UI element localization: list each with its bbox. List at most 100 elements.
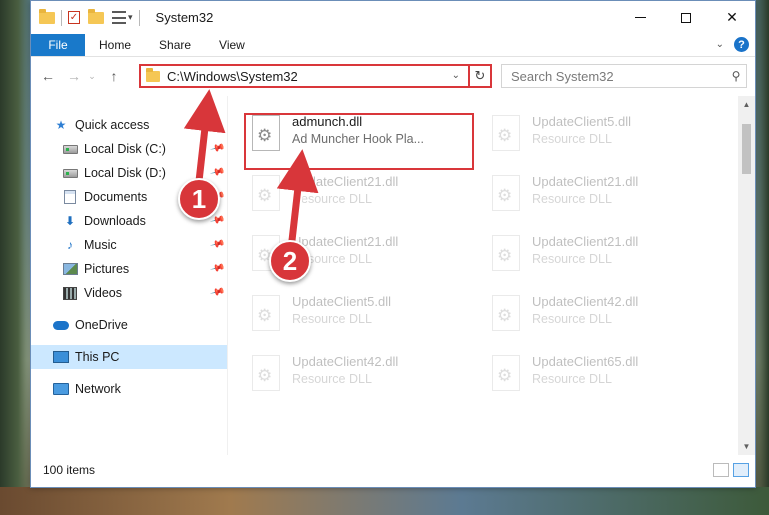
sidebar-item-label: Quick access [75,118,150,132]
file-name: UpdateClient5.dll [532,114,632,129]
disk-icon [62,165,78,181]
file-item[interactable]: ⚙ UpdateClient65.dll Resource DLL [488,353,728,393]
folder-icon [39,8,55,24]
dll-file-icon: ⚙ [488,113,524,153]
maximize-icon [681,12,691,23]
sidebar-item-this-pc[interactable]: This PC [31,345,227,369]
file-name: UpdateClient65.dll [532,354,639,369]
title-bar: ✓ ▾ System32 ✕ [31,1,755,34]
tab-home[interactable]: Home [85,34,145,56]
search-input[interactable]: Search System32 [511,69,726,84]
sidebar-item-label: Downloads [84,214,146,228]
sidebar-item-label: This PC [75,350,120,364]
file-item[interactable]: ⚙ UpdateClient21.dll Resource DLL [488,233,728,273]
details-view-button[interactable] [713,463,729,477]
sidebar-item-quick-access[interactable]: ★ Quick access [31,113,227,137]
pin-icon: 📌 [208,164,225,181]
minimize-button[interactable] [617,1,663,34]
close-icon: ✕ [726,9,738,25]
tab-share[interactable]: Share [145,34,205,56]
status-bar: 100 items [31,453,755,487]
file-name: UpdateClient21.dll [532,234,639,249]
file-item[interactable]: ⚙ UpdateClient42.dll Resource DLL [488,293,728,333]
customize-toolbar-icon[interactable] [112,11,126,24]
view-buttons [713,463,749,477]
this-pc-icon [53,349,69,365]
file-explorer-window: ✓ ▾ System32 ✕ File Home Share View ⌄ ? … [30,0,756,488]
expand-ribbon-chevron-icon[interactable]: ⌄ [716,39,724,50]
file-description: Resource DLL [292,192,372,206]
search-box[interactable]: Search System32 ⚲ [501,64,747,88]
close-button[interactable]: ✕ [709,1,755,34]
item-count: 100 items [43,463,96,477]
network-icon [53,381,69,397]
pictures-icon [62,261,78,277]
address-dropdown-icon[interactable]: ⌄ [452,70,460,81]
file-highlight-box [244,113,474,170]
forward-button[interactable]: → [63,65,85,87]
pin-icon: 📌 [208,284,225,301]
file-description: Resource DLL [292,312,372,326]
tab-view[interactable]: View [205,34,259,56]
file-item[interactable]: ⚙ UpdateClient42.dll Resource DLL [248,353,488,393]
sidebar-item-label: Documents [84,190,148,204]
new-folder-icon[interactable] [88,8,104,24]
file-name: UpdateClient5.dll [292,294,392,309]
tiles-view-button[interactable] [733,463,749,477]
step-1-badge: 1 [178,178,220,220]
dll-file-icon: ⚙ [248,173,284,213]
properties-check-icon[interactable]: ✓ [68,11,80,24]
sidebar-item-label: Music [84,238,117,252]
address-bar[interactable]: C:\Windows\System32 ⌄ [139,64,492,88]
navigation-pane: ★ Quick access Local Disk (C:) 📌 Local D… [31,96,228,455]
dll-file-icon: ⚙ [488,353,524,393]
refresh-icon: ↻ [474,68,486,83]
file-name: UpdateClient21.dll [292,234,399,249]
dll-file-icon: ⚙ [248,293,284,333]
file-item[interactable]: ⚙ UpdateClient21.dll Resource DLL [248,173,488,213]
quick-access-dropdown-icon[interactable]: ▾ [128,12,133,23]
main-area: ★ Quick access Local Disk (C:) 📌 Local D… [31,96,755,455]
file-item[interactable]: ⚙ UpdateClient21.dll Resource DLL [488,173,728,213]
file-item[interactable]: ⚙ UpdateClient5.dll Resource DLL [488,113,728,153]
minimize-icon [634,17,646,18]
sidebar-item-label: Network [75,382,121,396]
chevron-down-icon: ⌄ [88,70,96,81]
sidebar-item-network[interactable]: Network [31,377,227,401]
refresh-button[interactable]: ↻ [468,64,492,88]
back-button[interactable]: ← [37,65,59,87]
maximize-button[interactable] [663,1,709,34]
sidebar-item-onedrive[interactable]: OneDrive [31,313,227,337]
tab-file[interactable]: File [31,34,85,56]
sidebar-item-local-disk-c[interactable]: Local Disk (C:) 📌 [31,137,227,161]
desktop-background-bottom [0,487,769,515]
address-path: C:\Windows\System32 [167,68,298,84]
recent-locations-button[interactable]: ⌄ [85,65,99,87]
up-button[interactable]: ↑ [103,65,125,87]
vertical-scrollbar[interactable]: ▲ ▼ [738,96,755,455]
sidebar-item-music[interactable]: ♪ Music 📌 [31,233,227,257]
file-item[interactable]: ⚙ UpdateClient5.dll Resource DLL [248,293,488,333]
scroll-up-icon[interactable]: ▲ [738,96,755,113]
sidebar-item-pictures[interactable]: Pictures 📌 [31,257,227,281]
pin-icon: 📌 [208,260,225,277]
sidebar-item-videos[interactable]: Videos 📌 [31,281,227,305]
music-icon: ♪ [67,238,73,252]
pin-icon: 📌 [208,236,225,253]
desktop-background-left [0,0,30,515]
help-icon[interactable]: ? [734,37,749,52]
toolbar-separator [61,9,62,26]
file-list: ⚙ admunch.dll Ad Muncher Hook Pla... ⚙ U… [228,96,755,455]
downloads-icon: ⬇ [64,214,76,228]
sidebar-item-label: Local Disk (D:) [84,166,166,180]
scrollbar-thumb[interactable] [742,124,751,174]
back-arrow-icon: ← [41,68,55,84]
file-description: Resource DLL [532,192,612,206]
file-name: UpdateClient21.dll [292,174,399,189]
sidebar-item-label: Videos [84,286,122,300]
sidebar-item-label: OneDrive [75,318,128,332]
disk-icon [62,141,78,157]
step-2-badge: 2 [269,240,311,282]
